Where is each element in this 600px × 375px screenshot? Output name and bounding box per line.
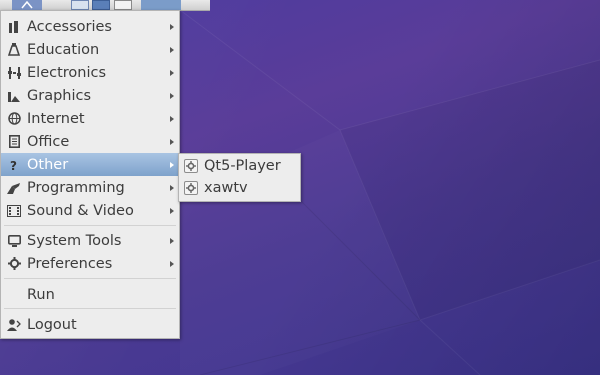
user-logout-icon [7,318,21,332]
menu-item-logout[interactable]: Logout [1,313,179,336]
menu-item-label: System Tools [27,232,122,249]
chevron-right-icon [170,46,174,53]
settings-launcher[interactable] [92,0,110,10]
education-icon [7,43,21,57]
menu-separator [4,278,176,279]
menu-item-label: Preferences [27,255,113,272]
chevron-right-icon [170,184,174,191]
menu-separator [4,308,176,309]
menu-item-label: Internet [27,110,85,127]
file-manager-launcher[interactable] [71,0,89,10]
submenu-item-label: Qt5-Player [204,158,281,174]
chevron-right-icon [170,161,174,168]
other-submenu: Qt5-Player xawtv [178,153,301,202]
menu-item-education[interactable]: Education [1,38,179,61]
menu-item-label: Logout [27,316,77,333]
application-menu-button[interactable] [12,0,42,10]
gear-icon [184,181,198,195]
application-menu: Accessories Education Electronics Graphi… [0,10,180,339]
menu-item-other[interactable]: ? Other [1,153,179,176]
submenu-item-xawtv[interactable]: xawtv [179,177,300,199]
question-mark-icon: ? [7,158,21,172]
menu-item-label: Office [27,133,70,150]
menu-item-label: Graphics [27,87,92,104]
menu-item-accessories[interactable]: Accessories [1,15,179,38]
menu-item-graphics[interactable]: Graphics [1,84,179,107]
menu-item-system-tools[interactable]: System Tools [1,229,179,252]
submenu-item-label: xawtv [204,180,248,196]
monitor-icon [7,234,21,248]
menu-item-preferences[interactable]: Preferences [1,252,179,275]
accessories-icon [7,20,21,34]
chevron-right-icon [170,23,174,30]
menu-item-label: Electronics [27,64,107,81]
menu-item-label: Other [27,156,69,173]
menu-item-label: Run [27,286,55,303]
film-strip-icon [7,204,21,218]
submenu-item-qt5-player[interactable]: Qt5-Player [179,155,300,177]
menu-item-programming[interactable]: Programming [1,176,179,199]
menu-item-label: Education [27,41,100,58]
chevron-right-icon [170,69,174,76]
menu-item-sound-video[interactable]: Sound & Video [1,199,179,222]
menu-separator [4,225,176,226]
menu-item-office[interactable]: Office [1,130,179,153]
globe-icon [7,112,21,126]
chevron-right-icon [170,207,174,214]
office-icon [7,135,21,149]
programming-icon [7,181,21,195]
menu-item-label: Sound & Video [27,202,134,219]
menu-item-label: Accessories [27,18,112,35]
menu-item-internet[interactable]: Internet [1,107,179,130]
svg-text:?: ? [10,159,17,171]
chevron-right-icon [170,115,174,122]
menu-item-electronics[interactable]: Electronics [1,61,179,84]
chevron-right-icon [170,237,174,244]
menu-logo-icon [21,1,33,9]
gear-icon [7,257,21,271]
electronics-icon [7,66,21,80]
terminal-launcher[interactable] [114,0,132,10]
chevron-right-icon [170,92,174,99]
chevron-right-icon [170,138,174,145]
chevron-right-icon [170,260,174,267]
menu-item-label: Programming [27,179,125,196]
menu-item-run[interactable]: Run [1,283,179,306]
graphics-icon [7,89,21,103]
gear-icon [184,159,198,173]
taskbar-item[interactable] [141,0,181,10]
